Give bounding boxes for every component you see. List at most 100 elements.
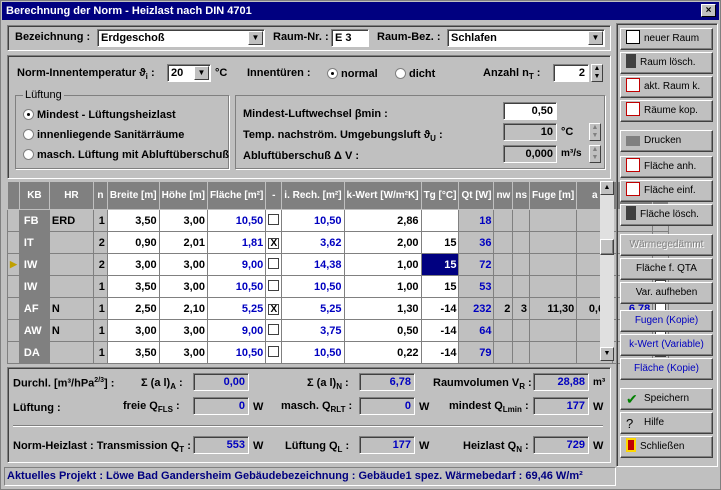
radio-on-icon[interactable] xyxy=(23,109,34,120)
checkbox[interactable] xyxy=(268,279,280,291)
checkbox-cell[interactable]: X xyxy=(265,231,283,254)
raumnr-input[interactable]: E 3 xyxy=(331,29,369,47)
cell-nw[interactable] xyxy=(493,231,514,254)
cell-fuge[interactable] xyxy=(529,341,578,364)
cell-n[interactable]: 1 xyxy=(92,275,108,298)
cell-hr[interactable] xyxy=(48,275,94,298)
cell-flaeche[interactable]: 1,81 xyxy=(206,231,267,254)
cell-k[interactable]: 0,50 xyxy=(343,319,422,342)
radio-normal[interactable]: normal xyxy=(327,68,378,80)
raeume-kop-button[interactable]: Räume kop. xyxy=(620,100,713,122)
cell-tg[interactable]: 15 xyxy=(420,231,460,254)
row-indicator[interactable] xyxy=(7,231,20,254)
flaeche-einf-button[interactable]: Fläche einf. xyxy=(620,180,713,202)
column-header[interactable]: n xyxy=(92,181,108,210)
cell-qt[interactable]: 79 xyxy=(458,341,495,364)
column-header[interactable]: ns xyxy=(512,181,531,210)
table-row[interactable]: AFN12,502,105,25X5,251,30-142322311,300,… xyxy=(7,297,670,320)
kwert-variable-button[interactable]: k-Wert (Variable) xyxy=(620,334,713,356)
cell-breite[interactable]: 3,50 xyxy=(106,275,160,298)
cell-irech[interactable]: 10,50 xyxy=(281,209,345,232)
checkbox[interactable] xyxy=(268,323,280,335)
cell-k[interactable]: 1,00 xyxy=(343,275,422,298)
column-header[interactable]: Fuge [m] xyxy=(529,181,578,210)
cell-n[interactable]: 2 xyxy=(92,253,108,276)
cell-hoehe[interactable]: 3,00 xyxy=(158,341,208,364)
cell-nw[interactable] xyxy=(493,319,514,342)
bezeichnung-select[interactable]: Erdgeschoß ▼ xyxy=(97,29,265,47)
cell-n[interactable]: 1 xyxy=(92,341,108,364)
cell-nw[interactable]: 2 xyxy=(493,297,514,320)
cell-k[interactable]: 0,22 xyxy=(343,341,422,364)
cell-qt[interactable]: 53 xyxy=(458,275,495,298)
cell-ns[interactable] xyxy=(512,275,531,298)
table-row[interactable]: IW 1 3,50 3,00 10,50 10,50 1,00 15 53 xyxy=(7,275,670,298)
cell-hr[interactable]: N xyxy=(48,297,94,320)
fugen-kopie-button[interactable]: Fugen (Kopie) xyxy=(620,310,713,332)
table-row[interactable]: AW N 1 3,00 3,00 9,00 3,75 0,50 -14 64 xyxy=(7,319,670,342)
cell-ns[interactable] xyxy=(512,253,531,276)
checkbox[interactable]: X xyxy=(268,237,280,249)
cell-hoehe[interactable]: 2,10 xyxy=(158,297,208,320)
radio-sanitaer[interactable]: innenliegende Sanitärräume xyxy=(23,129,184,141)
flaeche-kopie-button[interactable]: Fläche (Kopie) xyxy=(620,358,713,380)
cell-hoehe[interactable]: 3,00 xyxy=(158,253,208,276)
flaeche-qta-button[interactable]: Fläche f. QTA xyxy=(620,258,713,280)
cell-kb[interactable]: IW xyxy=(18,275,50,298)
cell-hr[interactable] xyxy=(48,253,94,276)
checkbox-cell[interactable] xyxy=(265,253,283,276)
cell-ns[interactable] xyxy=(512,209,531,232)
column-header[interactable]: Höhe [m] xyxy=(158,181,208,210)
cell-flaeche[interactable]: 5,25 xyxy=(206,297,267,320)
raumbez-select[interactable]: Schlafen ▼ xyxy=(447,29,605,47)
cell-k[interactable]: 2,00 xyxy=(343,231,422,254)
cell-breite[interactable]: 0,90 xyxy=(106,231,160,254)
akt-raum-button[interactable]: akt. Raum k. xyxy=(620,76,713,98)
cell-nw[interactable] xyxy=(493,275,514,298)
column-header[interactable]: Breite [m] xyxy=(106,181,160,210)
cell-flaeche[interactable]: 10,50 xyxy=(206,341,267,364)
var-aufheben-button[interactable]: Var. aufheben xyxy=(620,282,713,304)
scroll-down-icon[interactable]: ▼ xyxy=(600,347,614,361)
cell-tg[interactable] xyxy=(420,209,460,232)
cell-fuge[interactable] xyxy=(529,209,578,232)
cell-flaeche[interactable]: 9,00 xyxy=(206,319,267,342)
cell-hr[interactable] xyxy=(48,231,94,254)
cell-hr[interactable]: N xyxy=(48,319,94,342)
checkbox-cell[interactable] xyxy=(265,209,283,232)
hilfe-button[interactable]: ? Hilfe xyxy=(620,412,713,434)
cell-k[interactable]: 2,86 xyxy=(343,209,422,232)
cell-qt[interactable]: 72 xyxy=(458,253,495,276)
flaeche-anh-button[interactable]: Fläche anh. xyxy=(620,156,713,178)
cell-irech[interactable]: 10,50 xyxy=(281,275,345,298)
cell-nw[interactable] xyxy=(493,341,514,364)
radio-masch[interactable]: masch. Lüftung mit Abluftüberschuß xyxy=(23,149,229,161)
temp-spinner[interactable]: ▲ ▼ xyxy=(589,123,601,141)
schliessen-button[interactable]: Schließen xyxy=(620,436,713,458)
cell-qt[interactable]: 36 xyxy=(458,231,495,254)
neuer-raum-button[interactable]: neuer Raum xyxy=(620,28,713,50)
table-row[interactable]: ▶ IW 2 3,00 3,00 9,00 14,38 1,00 15 72 xyxy=(7,253,670,276)
cell-kb[interactable]: AF xyxy=(18,297,50,320)
norm-temp-select[interactable]: 20 ▼ xyxy=(167,64,211,82)
flaeche-loesch-button[interactable]: Fläche lösch. xyxy=(620,204,713,226)
cell-tg[interactable]: -14 xyxy=(420,297,460,320)
cell-breite[interactable]: 2,50 xyxy=(106,297,160,320)
cell-n[interactable]: 1 xyxy=(92,319,108,342)
scroll-thumb[interactable] xyxy=(600,239,614,255)
cell-tg[interactable]: 15 xyxy=(420,253,460,276)
temp-nachstroem-input[interactable]: 10 xyxy=(503,123,557,141)
drucken-button[interactable]: Drucken xyxy=(620,130,713,152)
cell-fuge[interactable]: 11,30 xyxy=(529,297,578,320)
speichern-button[interactable]: ✔ Speichern xyxy=(620,388,713,410)
cell-fuge[interactable] xyxy=(529,253,578,276)
radio-dicht[interactable]: dicht xyxy=(395,68,435,80)
cell-hr[interactable]: ERD xyxy=(48,209,94,232)
cell-breite[interactable]: 3,50 xyxy=(106,209,160,232)
radio-on-icon[interactable] xyxy=(327,68,338,79)
cell-hoehe[interactable]: 3,00 xyxy=(158,209,208,232)
column-header[interactable]: Qt [W] xyxy=(458,181,495,210)
checkbox-cell[interactable] xyxy=(265,319,283,342)
cell-qt[interactable]: 64 xyxy=(458,319,495,342)
cell-kb[interactable]: DA xyxy=(18,341,50,364)
